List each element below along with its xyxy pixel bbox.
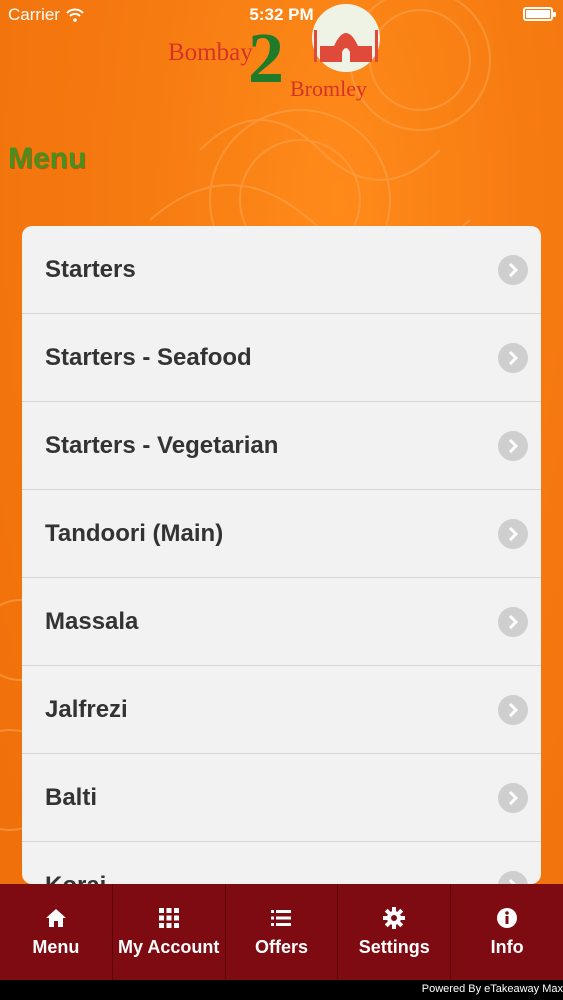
- battery-icon: [523, 7, 556, 21]
- menu-category-list: Starters Starters - Seafood Starters - V…: [22, 226, 541, 884]
- chevron-right-icon: [498, 518, 528, 549]
- tab-label: Offers: [254, 936, 308, 957]
- restaurant-logo: Bombay 2 Bromley: [168, 4, 380, 101]
- tab-settings[interactable]: Settings: [338, 884, 452, 980]
- chevron-right-icon: [498, 342, 528, 373]
- page-title: Menu: [8, 142, 87, 175]
- tab-label: Settings: [358, 936, 430, 957]
- logo-word-bombay: Bombay: [168, 39, 253, 66]
- list-icon: [270, 907, 292, 929]
- tab-my-account[interactable]: My Account: [113, 884, 226, 980]
- chevron-right-icon: [498, 254, 528, 285]
- tab-menu[interactable]: Menu: [0, 884, 113, 980]
- menu-row-starters[interactable]: Starters: [22, 226, 541, 314]
- gear-icon: [383, 906, 406, 929]
- logo-numeral: 2: [248, 18, 284, 98]
- tab-label: Menu: [32, 936, 80, 957]
- menu-row-label: Starters - Vegetarian: [45, 431, 279, 459]
- menu-row-starters-vegetarian[interactable]: Starters - Vegetarian: [22, 402, 541, 490]
- menu-row-label: Starters: [45, 255, 136, 283]
- chevron-right-icon: [498, 782, 528, 813]
- chevron-right-icon: [498, 694, 528, 725]
- menu-row-jalfrezi[interactable]: Jalfrezi: [22, 666, 541, 754]
- menu-row-label: Jalfrezi: [45, 695, 128, 723]
- info-icon: [496, 907, 518, 929]
- tab-label: My Account: [118, 936, 220, 957]
- bottom-tab-bar: Menu My Account Offers Settings Info: [0, 884, 563, 980]
- chevron-right-icon: [498, 430, 528, 461]
- tab-label: Info: [490, 936, 524, 957]
- menu-row-label: Balti: [45, 783, 98, 811]
- menu-row-starters-seafood[interactable]: Starters - Seafood: [22, 314, 541, 402]
- menu-row-label: Tandoori (Main): [45, 519, 224, 547]
- tab-info[interactable]: Info: [451, 884, 563, 980]
- tab-offers[interactable]: Offers: [226, 884, 339, 980]
- powered-by-bar: Powered By eTakeaway Max: [0, 980, 563, 1000]
- chevron-right-icon: [498, 870, 528, 884]
- menu-row-massala[interactable]: Massala: [22, 578, 541, 666]
- menu-row-tandoori[interactable]: Tandoori (Main): [22, 490, 541, 578]
- menu-row-balti[interactable]: Balti: [22, 754, 541, 842]
- menu-row-korai[interactable]: Korai: [22, 842, 541, 884]
- menu-row-label: Massala: [45, 607, 139, 635]
- grid-icon: [158, 907, 180, 929]
- chevron-right-icon: [498, 606, 528, 637]
- home-icon: [45, 907, 67, 929]
- menu-row-label: Korai: [45, 872, 106, 885]
- menu-row-label: Starters - Seafood: [45, 343, 252, 371]
- powered-by-text: Powered By eTakeaway Max: [421, 983, 563, 995]
- logo-word-bromley: Bromley: [290, 76, 367, 101]
